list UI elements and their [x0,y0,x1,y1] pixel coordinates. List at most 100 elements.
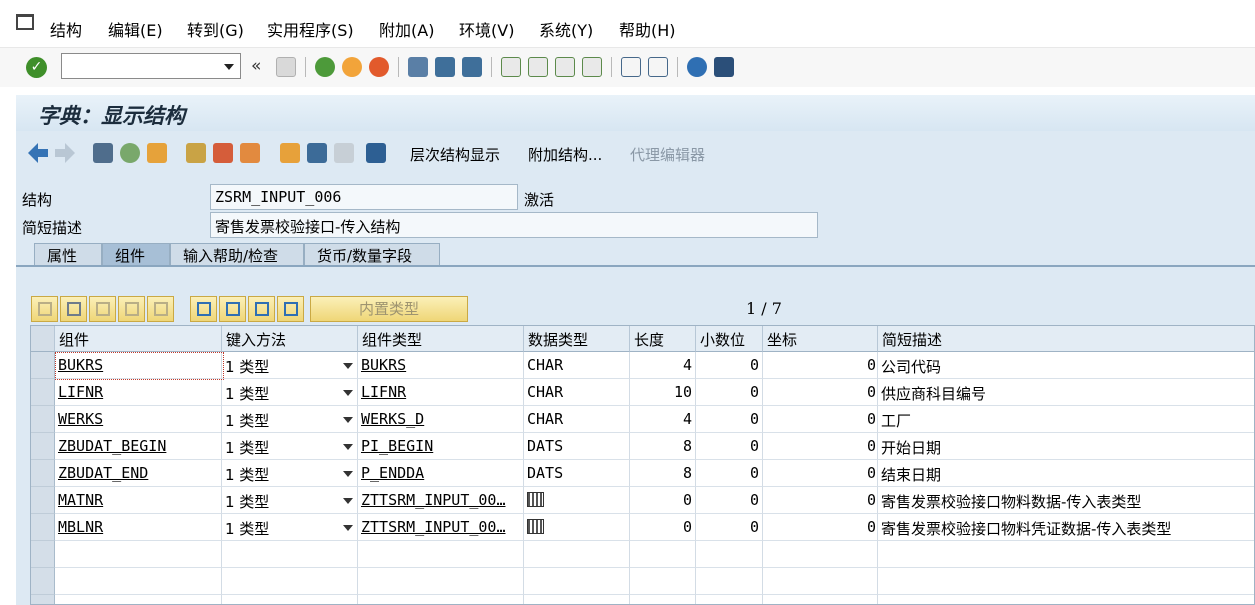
empty-cell[interactable] [696,541,763,568]
row-selector[interactable] [31,433,55,460]
component-type-cell[interactable]: WERKS_D [358,406,524,433]
component-type-cell[interactable]: LIFNR [358,379,524,406]
structure-field[interactable]: ZSRM_INPUT_006 [210,184,518,210]
data-type-cell[interactable]: DATS [524,460,630,487]
row-selector[interactable] [31,352,55,379]
coordinate-cell[interactable]: 0 [763,460,878,487]
menu-edit[interactable]: 编辑(E) [108,17,163,41]
print-icon[interactable] [408,57,428,77]
empty-cell[interactable] [630,595,696,604]
empty-cell[interactable] [55,541,222,568]
arrow-right-icon[interactable] [55,143,75,163]
command-field[interactable] [61,53,241,79]
data-type-cell[interactable]: DATS [524,433,630,460]
empty-cell[interactable] [358,595,524,604]
component-name-cell[interactable]: BUKRS [55,352,222,379]
column-header-typing-method[interactable]: 键入方法 [222,326,358,352]
tab-components[interactable]: 组件 [102,243,170,265]
row-selector[interactable] [31,541,55,568]
empty-cell[interactable] [358,568,524,595]
coordinate-cell[interactable]: 0 [763,352,878,379]
length-cell[interactable]: 4 [630,352,696,379]
row-selector[interactable] [31,514,55,541]
object-list-icon[interactable] [240,143,260,163]
data-type-cell[interactable]: CHAR [524,352,630,379]
chevron-down-icon[interactable] [343,444,353,450]
layout-menu-icon[interactable] [714,57,734,77]
typing-method-select[interactable]: 1 类型 [222,460,358,487]
component-type-cell[interactable]: ZTTSRM_INPUT_00… [358,514,524,541]
column-header-component[interactable]: 组件 [55,326,222,352]
empty-cell[interactable] [878,568,1254,595]
layers-icon[interactable] [307,143,327,163]
component-type-cell[interactable]: PI_BEGIN [358,433,524,460]
chevron-down-icon[interactable] [343,525,353,531]
data-type-cell[interactable] [524,514,630,541]
menu-structure[interactable]: 结构 [50,17,82,41]
decimals-cell[interactable]: 0 [696,433,763,460]
length-cell[interactable]: 0 [630,514,696,541]
component-type-cell[interactable]: ZTTSRM_INPUT_00… [358,487,524,514]
arrow-left-icon[interactable] [28,143,48,163]
length-cell[interactable]: 0 [630,487,696,514]
component-name-cell[interactable]: ZBUDAT_END [55,460,222,487]
back-icon[interactable] [315,57,335,77]
length-cell[interactable]: 4 [630,406,696,433]
typing-method-select[interactable]: 1 类型 [222,433,358,460]
menu-utilities[interactable]: 实用程序(S) [267,17,354,41]
column-header-length[interactable]: 长度 [630,326,696,352]
component-name-cell[interactable]: MATNR [55,487,222,514]
empty-cell[interactable] [763,568,878,595]
chevron-down-icon[interactable] [343,498,353,504]
column-header-data-type[interactable]: 数据类型 [524,326,630,352]
row-selector[interactable] [31,460,55,487]
short-description-cell[interactable]: 供应商科目编号 [878,379,1254,406]
new-session-icon[interactable] [621,57,641,77]
column-header-coordinate[interactable]: 坐标 [763,326,878,352]
empty-cell[interactable] [630,541,696,568]
length-cell[interactable]: 8 [630,433,696,460]
column-header-decimals[interactable]: 小数位 [696,326,763,352]
empty-cell[interactable] [222,541,358,568]
row-selector[interactable] [31,568,55,595]
data-type-cell[interactable]: CHAR [524,379,630,406]
row-selector[interactable] [31,406,55,433]
cancel-icon[interactable] [369,57,389,77]
row-selector[interactable] [31,595,55,604]
chevron-down-icon[interactable] [343,471,353,477]
previous-page-icon[interactable] [528,57,548,77]
short-description-cell[interactable]: 寄售发票校验接口物料凭证数据-传入表类型 [878,514,1254,541]
coordinate-cell[interactable]: 0 [763,379,878,406]
empty-cell[interactable] [222,568,358,595]
collapse-arrows-icon[interactable]: « [251,56,261,76]
short-description-cell[interactable]: 公司代码 [878,352,1254,379]
empty-cell[interactable] [55,595,222,604]
component-name-cell[interactable]: LIFNR [55,379,222,406]
hierarchy-display-button[interactable]: 层次结构显示 [410,144,500,165]
typing-method-select[interactable]: 1 类型 [222,487,358,514]
data-type-cell[interactable] [524,487,630,514]
tab-input-help[interactable]: 输入帮助/检查 [170,243,304,265]
save-icon[interactable] [276,57,296,77]
empty-cell[interactable] [358,541,524,568]
column-header-component-type[interactable]: 组件类型 [358,326,524,352]
menu-extras[interactable]: 附加(A) [379,17,434,41]
menu-environment[interactable]: 环境(V) [459,17,514,41]
short-description-cell[interactable]: 结束日期 [878,460,1254,487]
empty-cell[interactable] [630,568,696,595]
component-name-cell[interactable]: ZBUDAT_BEGIN [55,433,222,460]
shortcut-icon[interactable] [648,57,668,77]
component-type-cell[interactable]: P_ENDDA [358,460,524,487]
chevron-down-icon[interactable] [224,64,234,70]
short-description-cell[interactable]: 寄售发票校验接口物料数据-传入表类型 [878,487,1254,514]
select-all-cell[interactable] [31,326,55,352]
decimals-cell[interactable]: 0 [696,406,763,433]
details-icon[interactable] [248,296,275,322]
row-selector[interactable] [31,379,55,406]
empty-cell[interactable] [763,541,878,568]
decimals-cell[interactable]: 0 [696,487,763,514]
short-description-field[interactable]: 寄售发票校验接口-传入结构 [210,212,818,238]
empty-cell[interactable] [524,541,630,568]
menu-system[interactable]: 系统(Y) [539,17,593,41]
decimals-cell[interactable]: 0 [696,379,763,406]
